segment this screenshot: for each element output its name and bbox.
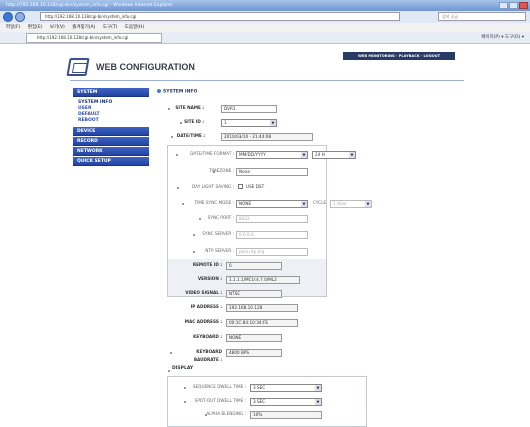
keyboard-baudrate-label: KEYBOARD BAUDRATE : <box>193 349 222 362</box>
remote-id-label: REMOTE ID : <box>192 262 222 267</box>
header-divider <box>70 80 464 81</box>
timezone-label: TIMEZONE : <box>209 168 234 173</box>
cycle-label: CYCLE <box>312 200 326 205</box>
cycle-select[interactable]: 1 Hour <box>330 200 372 208</box>
keyboard-label: KEYBOARD : <box>193 334 222 339</box>
sync-port-input[interactable]: 8022 <box>236 215 308 223</box>
sidebar-item-quick-setup[interactable]: QUICK SETUP <box>73 157 149 166</box>
menu-tools[interactable]: 도구(T) <box>103 25 118 30</box>
menu-file[interactable]: 파일(F) <box>6 25 20 30</box>
site-name-label: SITE NAME : <box>175 105 204 110</box>
video-signal-value: NTSC <box>226 290 282 298</box>
sync-server-label: SYNC SERVER : <box>202 231 234 236</box>
mac-address-label: MAC ADDRESS : <box>184 319 222 324</box>
date-time-value: 2010/03/10 - 21:44:08 <box>221 133 313 141</box>
address-bar: http://192.168.10.128/cgi-bin/system_inf… <box>0 11 530 23</box>
hour-format-select[interactable]: 24 H <box>312 151 356 159</box>
toolbar-commands[interactable]: 페이지(P) ▾ 도구(O) ▾ <box>481 34 524 40</box>
menu-favorites[interactable]: 즐겨찾기(A) <box>72 25 95 30</box>
use-dst-checkbox[interactable] <box>238 184 243 189</box>
menu-help[interactable]: 도움말(H) <box>125 25 144 30</box>
sidebar: SYSTEM SYSTEM INFO USER DEFAULT REBOOT D… <box>73 88 149 167</box>
time-sync-label: TIME SYNC MODE : <box>194 200 234 205</box>
page-title: WEB CONFIGURATION <box>96 62 195 72</box>
back-button[interactable] <box>3 12 13 22</box>
menu-bar: 파일(F) 편집(E) 보기(V) 즐겨찾기(A) 도구(T) 도움말(H) <box>0 23 530 32</box>
address-input[interactable]: http://192.168.10.128/cgi-bin/system_inf… <box>40 12 400 21</box>
menu-edit[interactable]: 편집(E) <box>28 25 43 30</box>
monitor-logo-icon <box>66 58 90 76</box>
sidebar-item-network[interactable]: NETWORK <box>73 147 149 156</box>
close-button[interactable] <box>519 2 528 9</box>
display-section-title: DISPLAY <box>172 366 194 371</box>
window-titlebar: http://192.168.10.128/cgi-bin/system_inf… <box>0 0 530 11</box>
bullet <box>168 370 170 372</box>
sidebar-item-record[interactable]: RECORD <box>73 137 149 146</box>
site-id-label: SITE ID : <box>184 119 204 124</box>
ip-address-value: 192.168.10.128 <box>226 304 298 312</box>
ip-address-label: IP ADDRESS : <box>190 304 222 309</box>
version-value: 1.1.1.1/MCU:4.7.0/ML2 <box>226 276 300 284</box>
alpha-blending-label: ALPHA BLENDING : <box>206 411 246 416</box>
site-id-select[interactable]: 1 <box>221 119 277 127</box>
tab-bar: http://192.168.10.128/cgi-bin/system_inf… <box>0 32 530 44</box>
date-time-label: DATE/TIME : <box>176 133 205 138</box>
ntp-server-label: NTP SERVER : <box>205 248 234 253</box>
sequence-dwell-select[interactable]: 3 SEC <box>250 384 322 392</box>
maximize-button[interactable] <box>509 2 518 9</box>
ntp-server-input[interactable]: pool.ntp.org <box>236 248 308 256</box>
site-name-input[interactable]: DVR1 <box>221 105 277 113</box>
keyboard-baudrate-value: 4800 BPS <box>226 349 282 357</box>
spot-out-dwell-select[interactable]: 3 SEC <box>250 398 322 406</box>
spot-out-dwell-label: SPOT-OUT DWELL TIME : <box>194 398 246 403</box>
keyboard-value: NONE <box>226 334 282 342</box>
top-navigation[interactable]: WEB MONITORING · PLAYBACK · LOGOUT <box>343 52 455 60</box>
date-format-label: DATE/TIME FORMAT : <box>190 151 234 156</box>
use-dst-label: USE DST <box>246 184 265 189</box>
daylight-saving-label: DAY LIGHT SAVING : <box>192 184 234 189</box>
window-title: http://192.168.10.128/cgi-bin/system_inf… <box>6 3 173 8</box>
menu-view[interactable]: 보기(V) <box>50 25 65 30</box>
submenu-reboot[interactable]: REBOOT <box>78 118 149 124</box>
sidebar-item-device[interactable]: DEVICE <box>73 127 149 136</box>
forward-button[interactable] <box>15 12 25 22</box>
time-sync-select[interactable]: NONE <box>236 200 308 208</box>
mac-address-value: 00:1C:84:10:34:FE <box>226 319 298 327</box>
browser-tab[interactable]: http://192.168.10.128/cgi-bin/system_inf… <box>26 33 162 43</box>
system-submenu: SYSTEM INFO USER DEFAULT REBOOT <box>73 98 149 127</box>
date-format-select[interactable]: MM/DD/YYYY <box>236 151 308 159</box>
sync-port-label: SYNC PORT : <box>207 215 234 220</box>
sync-server-input[interactable]: 0.0.0.0 <box>236 231 308 239</box>
search-input[interactable]: 검색 공급 <box>438 12 526 21</box>
page-content: WEB MONITORING · PLAYBACK · LOGOUT WEB C… <box>0 44 530 427</box>
section-title: SYSTEM INFO <box>157 89 197 95</box>
alpha-blending-value: 10% <box>250 411 322 419</box>
minimize-button[interactable] <box>499 2 508 9</box>
remote-id-value: 0 <box>226 262 282 270</box>
sequence-dwell-label: SEQUENCE DWELL TIME : <box>192 384 246 389</box>
timezone-value: None <box>236 168 308 176</box>
sidebar-item-system[interactable]: SYSTEM <box>73 88 149 97</box>
video-signal-label: VIDEO SIGNAL : <box>185 290 222 295</box>
version-label: VERSION : <box>197 276 222 281</box>
